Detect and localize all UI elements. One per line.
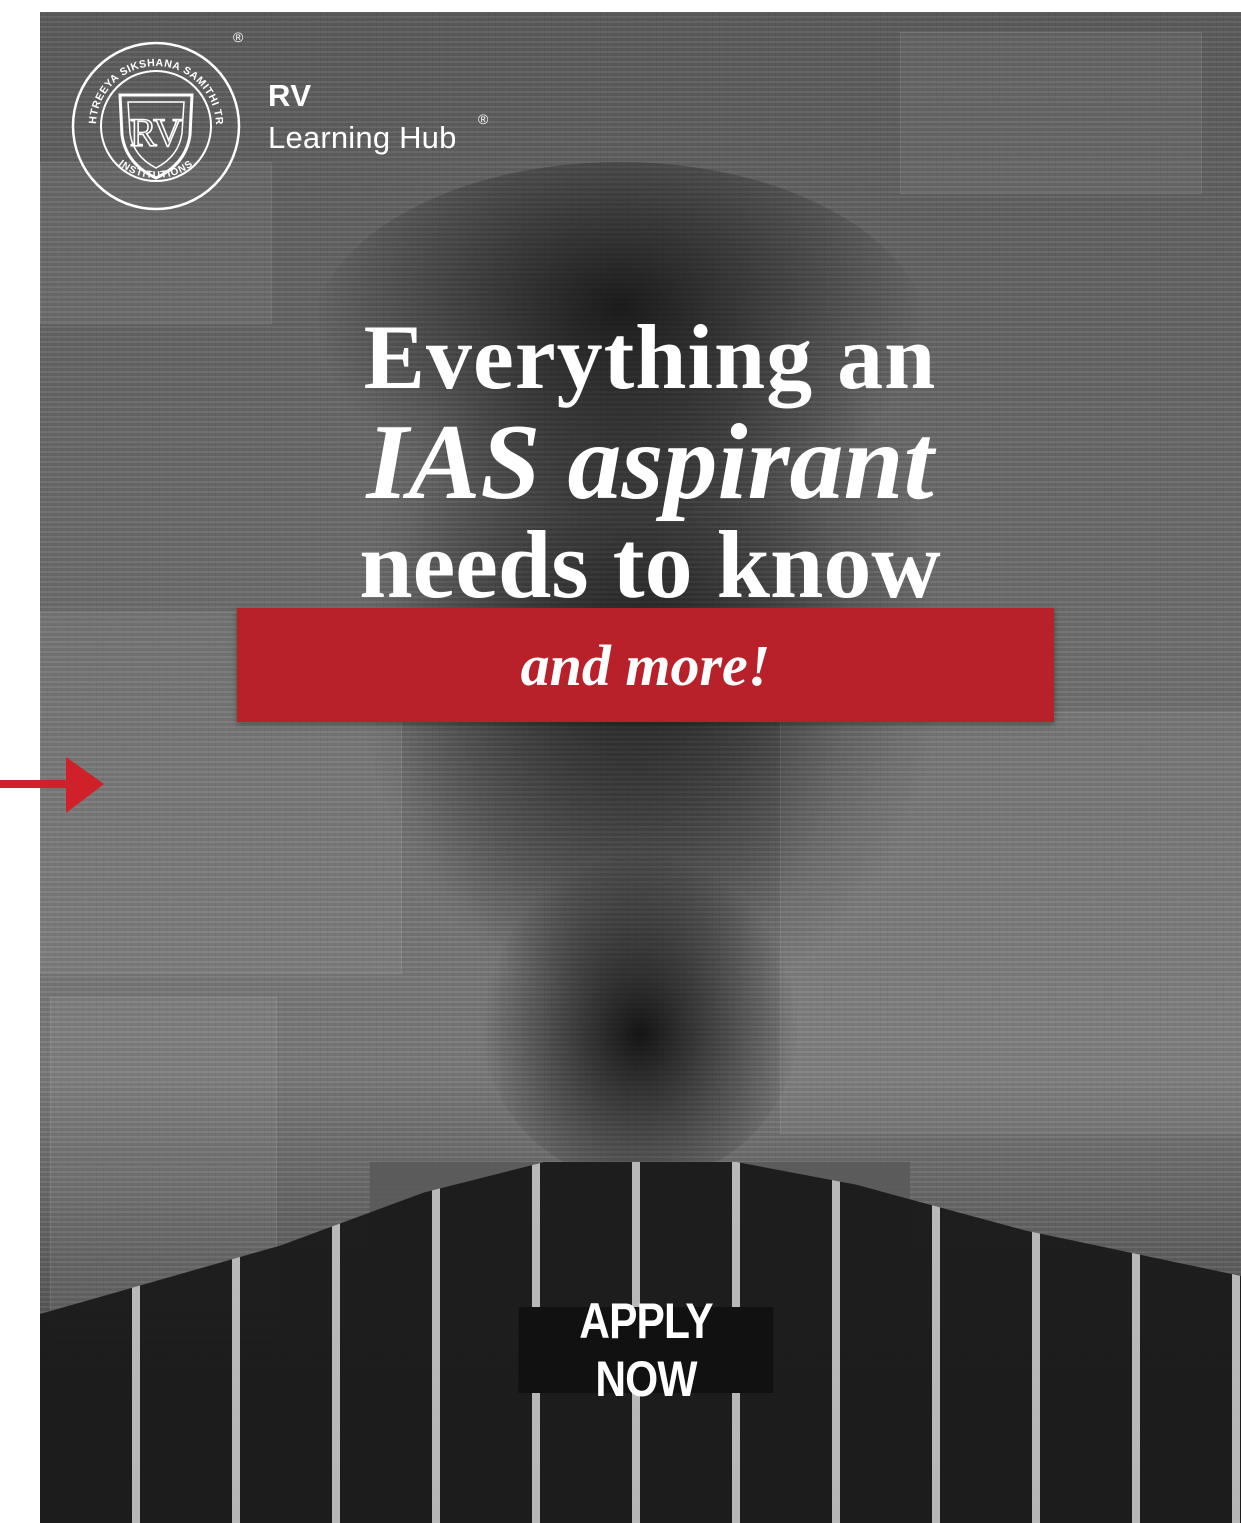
apply-now-button[interactable]: APPLY NOW: [518, 1293, 774, 1407]
headline-line1: Everything an: [363, 306, 937, 409]
headline-line3: needs to know: [359, 511, 941, 619]
logo-shield-letters: RV: [130, 110, 182, 155]
and-more-banner: and more!: [237, 608, 1054, 722]
headline-line2: IAS aspirant: [366, 403, 934, 523]
brand-registered-mark: ®: [478, 111, 489, 127]
arrow-right-icon: [0, 757, 104, 813]
newspaper-clipping: [900, 32, 1202, 194]
brand-name-line2: Learning Hub: [268, 120, 457, 155]
brand-name-line1: RV: [268, 78, 312, 113]
headline: Everything an IAS aspirant needs to know: [200, 311, 1100, 613]
portrait-beard: [480, 852, 800, 1182]
rv-institutions-logo: RASHTREEYA SIKSHANA SAMITHI TRUST INSTIT…: [70, 40, 241, 211]
banner-text: and more!: [520, 632, 771, 698]
logo-registered-mark: ®: [233, 29, 244, 45]
